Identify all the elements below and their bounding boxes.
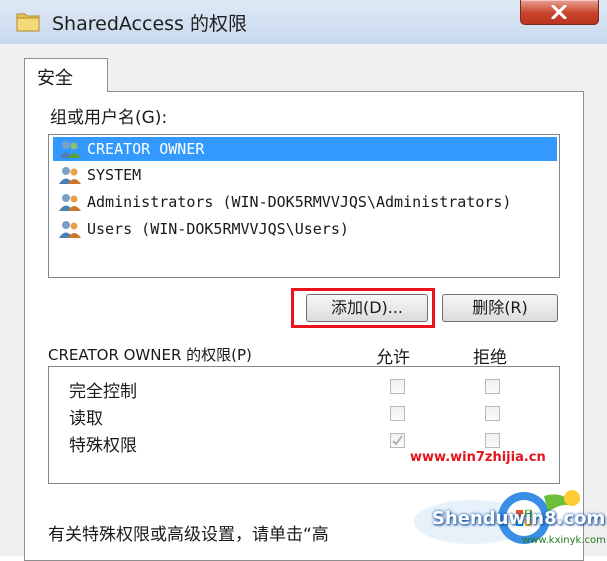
deny-checkbox[interactable]	[485, 379, 500, 394]
tab-security-label: 安全	[37, 68, 73, 89]
watermark-site-text: www.win7zhijia.cn	[410, 450, 546, 465]
permissions-label: CREATOR OWNER 的权限(P)	[48, 346, 252, 364]
window-title: SharedAccess 的权限	[52, 13, 247, 35]
checkmark-icon	[392, 435, 403, 446]
close-button[interactable]	[520, 0, 599, 25]
list-item[interactable]: SYSTEM	[53, 163, 557, 187]
remove-button[interactable]: 删除(R)	[442, 294, 558, 322]
permission-name: 完全控制	[69, 382, 137, 402]
users-group-icon	[59, 194, 81, 211]
permission-row: 读取	[49, 402, 559, 429]
permission-row: 完全控制	[49, 375, 559, 402]
list-item[interactable]: Administrators (WIN-DOK5RMVVJQS\Administ…	[53, 190, 557, 214]
watermark-brand-text: Shenduwin8.com	[432, 508, 606, 529]
title-bar: SharedAccess 的权限	[0, 0, 607, 45]
user-name: Administrators (WIN-DOK5RMVVJQS\Administ…	[87, 193, 512, 211]
watermark-site-text-2: www.kxinyk.com	[522, 535, 606, 546]
close-icon	[551, 5, 567, 19]
allow-checkbox[interactable]	[390, 406, 405, 421]
list-item[interactable]: CREATOR OWNER	[53, 137, 557, 161]
annotation-highlight	[291, 288, 435, 328]
user-name: Users (WIN-DOK5RMVVJQS\Users)	[87, 220, 349, 238]
users-group-icon	[59, 167, 81, 184]
groups-label: 组或用户名(G):	[50, 108, 168, 128]
allow-checkbox[interactable]	[390, 433, 405, 448]
folder-icon	[16, 13, 40, 32]
allow-header: 允许	[376, 348, 410, 368]
list-item[interactable]: Users (WIN-DOK5RMVVJQS\Users)	[53, 217, 557, 241]
deny-checkbox[interactable]	[485, 406, 500, 421]
users-group-icon	[59, 221, 81, 238]
permissions-list: 完全控制 读取 特殊权限	[48, 366, 560, 484]
advanced-hint-text: 有关特殊权限或高级设置，请单击“高	[48, 525, 329, 545]
permission-name: 特殊权限	[69, 436, 137, 456]
users-group-icon	[59, 141, 81, 158]
deny-header: 拒绝	[473, 348, 507, 368]
tab-security[interactable]: 安全	[24, 58, 108, 92]
user-name: SYSTEM	[87, 166, 142, 184]
permission-name: 读取	[69, 409, 103, 429]
user-listbox[interactable]: CREATOR OWNER SYSTEM Administrators (WIN…	[48, 134, 560, 278]
user-name: CREATOR OWNER	[87, 140, 205, 158]
allow-checkbox[interactable]	[390, 379, 405, 394]
deny-checkbox[interactable]	[485, 433, 500, 448]
